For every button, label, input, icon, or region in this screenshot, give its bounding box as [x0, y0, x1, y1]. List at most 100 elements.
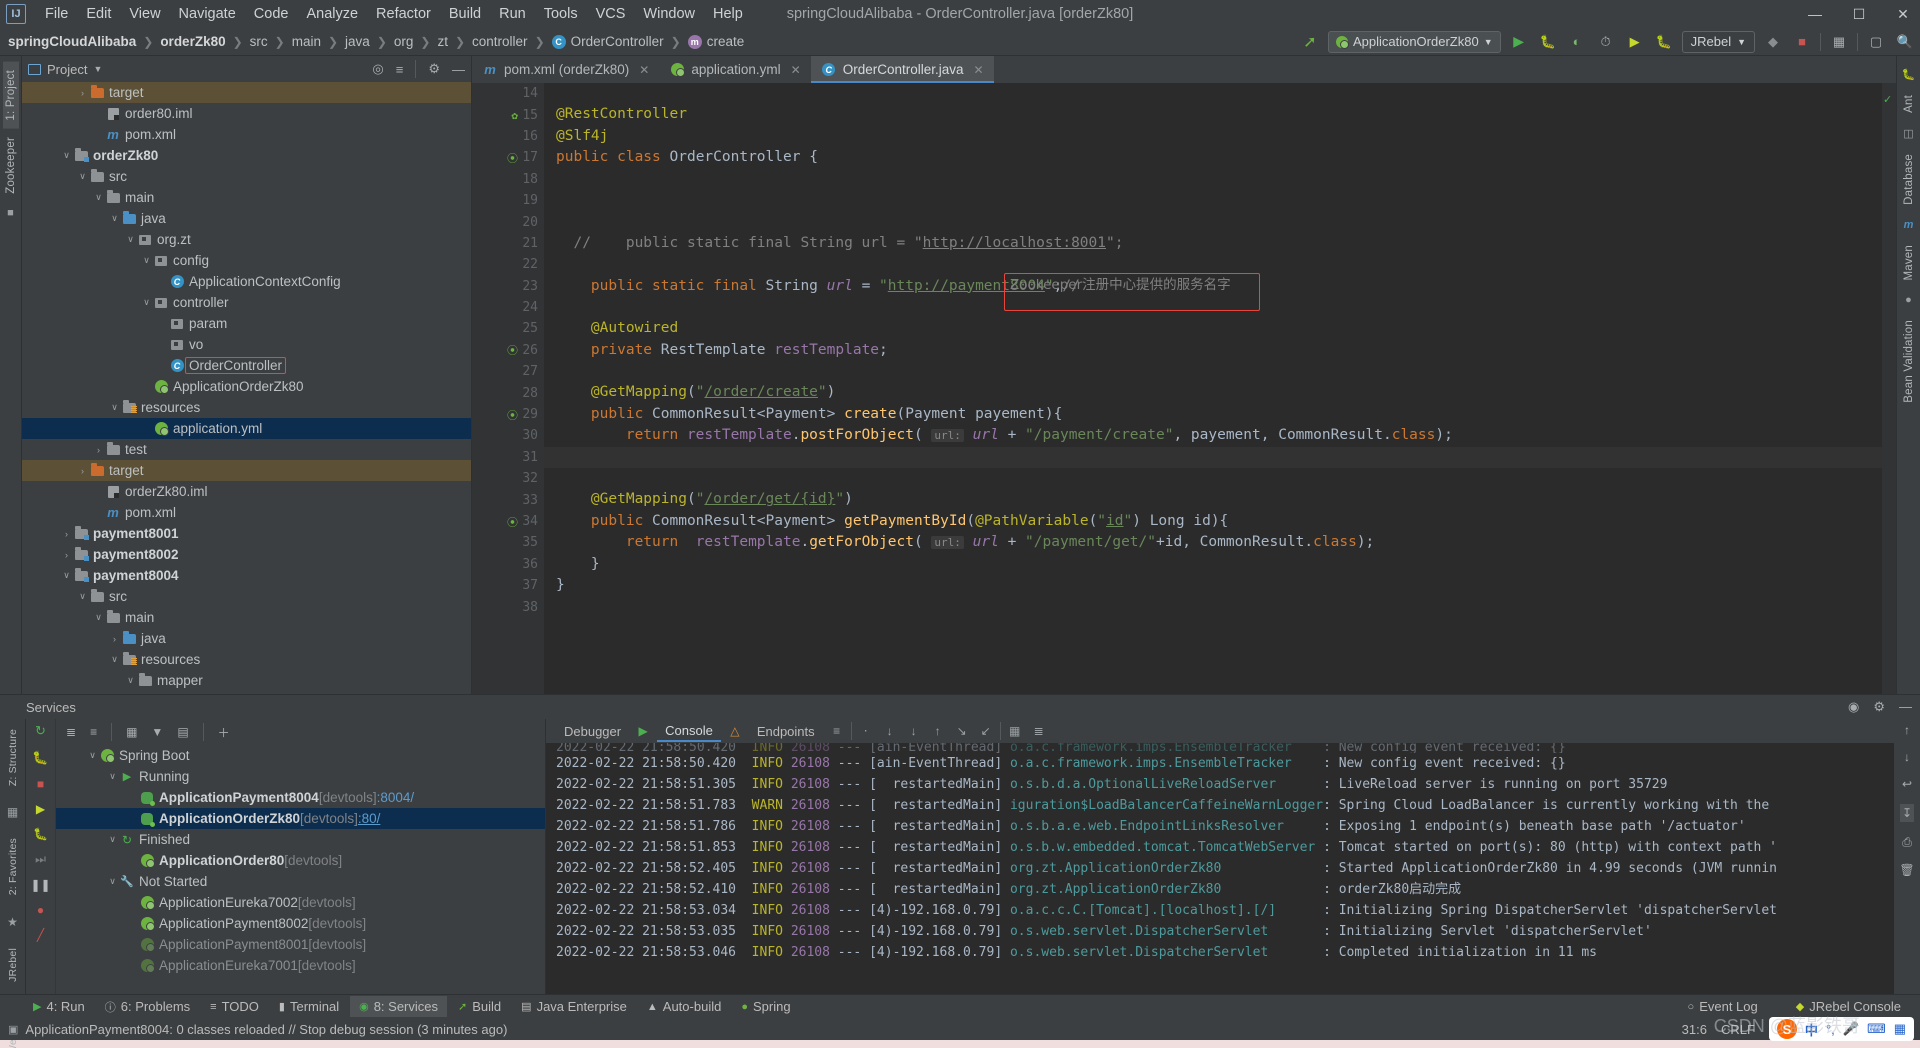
breakpoints-icon[interactable]: ●: [37, 903, 44, 917]
service-row[interactable]: ApplicationPayment8002 [devtools]: [56, 913, 545, 934]
service-row[interactable]: ∨ ▶ Running: [56, 766, 545, 787]
code-line[interactable]: [556, 190, 1882, 211]
evaluate-icon[interactable]: ▦: [1005, 724, 1025, 738]
tree-row[interactable]: ∨ src: [22, 586, 471, 607]
editor-gutter[interactable]: 14 ✿ 15 16 ⦿ 17 18 19 20 21 22 23 24 25 ⦿ 26 27 28 ⦿ 29 30 31…: [472, 83, 544, 694]
tree-row[interactable]: ∨ main: [22, 607, 471, 628]
chevron-down-icon[interactable]: ∨: [140, 255, 153, 266]
jrebel-run-icon[interactable]: ▶: [36, 802, 45, 816]
line-separator[interactable]: CRLF: [1721, 1022, 1755, 1037]
tw-todo[interactable]: ≡ TODO: [201, 996, 268, 1017]
tab-endpoints[interactable]: Endpoints: [749, 722, 823, 741]
maximize-icon[interactable]: ☐: [1848, 6, 1870, 23]
chevron-down-icon[interactable]: ∨: [106, 834, 119, 845]
chevron-right-icon[interactable]: ›: [108, 634, 121, 644]
tree-row[interactable]: ∨ org.zt: [22, 229, 471, 250]
code-line[interactable]: public CommonResult<Payment> getPaymentB…: [556, 511, 1882, 532]
close-icon[interactable]: ✕: [639, 63, 649, 77]
editor-code[interactable]: @RestController @Slf4j public class OrderC…: [544, 83, 1882, 694]
tw-jrebel-console[interactable]: ◆ JRebel Console: [1787, 996, 1910, 1017]
chevron-down-icon[interactable]: ∨: [108, 402, 121, 413]
code-line[interactable]: // public static final String url = "htt…: [556, 233, 1882, 254]
ime-indicator[interactable]: S 中 °, 🎤 ⌨ ▦: [1768, 1017, 1914, 1041]
spring-gutter-icon[interactable]: ✿: [511, 109, 518, 122]
spring-bean-gutter-icon[interactable]: ⦿: [507, 514, 518, 530]
code-line[interactable]: }: [556, 575, 1882, 596]
chevron-right-icon[interactable]: ›: [76, 466, 89, 476]
caret-position[interactable]: 31:6: [1682, 1022, 1707, 1037]
tree-row[interactable]: ∨ java: [22, 208, 471, 229]
code-line[interactable]: [556, 361, 1882, 382]
close-icon[interactable]: ✕: [791, 63, 801, 77]
code-line[interactable]: return restTemplate.getForObject( url: u…: [556, 532, 1882, 553]
tree-row[interactable]: ∨ payment8004: [22, 565, 471, 586]
tab-console[interactable]: Console: [657, 721, 721, 742]
breadcrumb-zt[interactable]: zt: [437, 34, 448, 49]
scroll-up-icon[interactable]: ↑: [1904, 723, 1910, 737]
tw-auto-build[interactable]: ▲ Auto-build: [638, 996, 730, 1017]
editor-tab[interactable]: application.yml ✕: [659, 56, 810, 83]
code-line[interactable]: [556, 169, 1882, 190]
sidebar-tab-bean-validation[interactable]: Bean Validation: [1901, 312, 1917, 411]
resume-icon[interactable]: ⏭: [35, 852, 46, 867]
tree-row[interactable]: ∨ resources: [22, 649, 471, 670]
sidebar-tab-project[interactable]: 1: Project: [2, 62, 19, 129]
jrebel-debug-button[interactable]: 🐛: [1653, 31, 1675, 53]
debug-button[interactable]: 🐛: [1537, 31, 1559, 53]
breadcrumb-controller[interactable]: controller: [472, 34, 528, 49]
editor-right-gutter[interactable]: ✓: [1882, 83, 1896, 694]
step-over-icon[interactable]: ⋅: [856, 724, 876, 738]
minimize-icon[interactable]: —: [1804, 6, 1826, 23]
tree-row[interactable]: › payment8001: [22, 523, 471, 544]
settings-globe-icon[interactable]: ◉: [1848, 699, 1859, 715]
run-configuration-selector[interactable]: ApplicationOrderZk80 ▼: [1327, 30, 1501, 53]
search-icon[interactable]: 🔍: [1894, 31, 1916, 53]
menu-code[interactable]: Code: [245, 4, 298, 24]
drop-frame-icon[interactable]: ↘: [952, 724, 972, 738]
gear-icon[interactable]: ⚙: [1873, 699, 1885, 715]
force-step-into-icon[interactable]: ↓: [904, 724, 924, 738]
run-button[interactable]: ▶: [1508, 31, 1530, 53]
tree-row[interactable]: ∨ controller: [22, 292, 471, 313]
tab-debugger[interactable]: Debugger: [556, 722, 629, 741]
tree-row[interactable]: ∨ config: [22, 250, 471, 271]
layout-icon[interactable]: ▤: [177, 725, 188, 739]
chevron-down-icon[interactable]: ∨: [106, 771, 119, 782]
tree-row[interactable]: › payment8002: [22, 544, 471, 565]
menu-run[interactable]: Run: [490, 4, 535, 24]
jrebel-debug-icon[interactable]: 🐛: [33, 827, 48, 841]
code-line[interactable]: private RestTemplate restTemplate;: [556, 340, 1882, 361]
tw-problems[interactable]: ⓘ 6: Problems: [96, 996, 199, 1018]
tree-row[interactable]: vo: [22, 334, 471, 355]
tw-run[interactable]: ▶ 4: Run: [24, 996, 94, 1017]
step-into-icon[interactable]: ↓: [880, 724, 900, 738]
tree-row[interactable]: order80.iml: [22, 103, 471, 124]
print-icon[interactable]: ⎙: [1902, 835, 1912, 850]
ime-mic-icon[interactable]: 🎤: [1843, 1021, 1859, 1037]
collapse-all-icon[interactable]: ≡: [396, 62, 404, 77]
chevron-down-icon[interactable]: ∨: [92, 192, 105, 203]
chevron-down-icon[interactable]: ∨: [76, 171, 89, 182]
service-port-link[interactable]: :8004/: [377, 790, 415, 805]
menu-view[interactable]: View: [120, 4, 169, 24]
code-line[interactable]: public CommonResult<Payment> create(Paym…: [556, 404, 1882, 425]
jrebel-selector[interactable]: JRebel ▼: [1681, 30, 1755, 53]
code-line[interactable]: @RestController: [556, 104, 1882, 125]
sidebar-tab-jrebel[interactable]: JRebel: [5, 940, 21, 990]
breadcrumb-main[interactable]: main: [292, 34, 321, 49]
stop-icon[interactable]: ■: [37, 777, 44, 791]
tree-row[interactable]: ∨ main: [22, 187, 471, 208]
service-row[interactable]: ApplicationOrderZk80 [devtools] :80/: [56, 808, 545, 829]
chevron-down-icon[interactable]: ∨: [76, 591, 89, 602]
chevron-down-icon[interactable]: ∨: [60, 150, 73, 161]
service-row[interactable]: ApplicationEureka7002 [devtools]: [56, 892, 545, 913]
tree-row[interactable]: orderZk80.iml: [22, 481, 471, 502]
scroll-from-source-icon[interactable]: ◎: [372, 61, 383, 77]
jrebel-logo-icon[interactable]: ◆: [1762, 31, 1784, 53]
chevron-down-icon[interactable]: ∨: [108, 654, 121, 665]
code-line[interactable]: @Slf4j: [556, 126, 1882, 147]
chevron-down-icon[interactable]: ∨: [92, 612, 105, 623]
sidebar-tab-favorites[interactable]: 2: Favorites: [5, 830, 21, 903]
group-icon[interactable]: ▦: [126, 725, 137, 739]
service-port-link[interactable]: :80/: [358, 811, 381, 826]
